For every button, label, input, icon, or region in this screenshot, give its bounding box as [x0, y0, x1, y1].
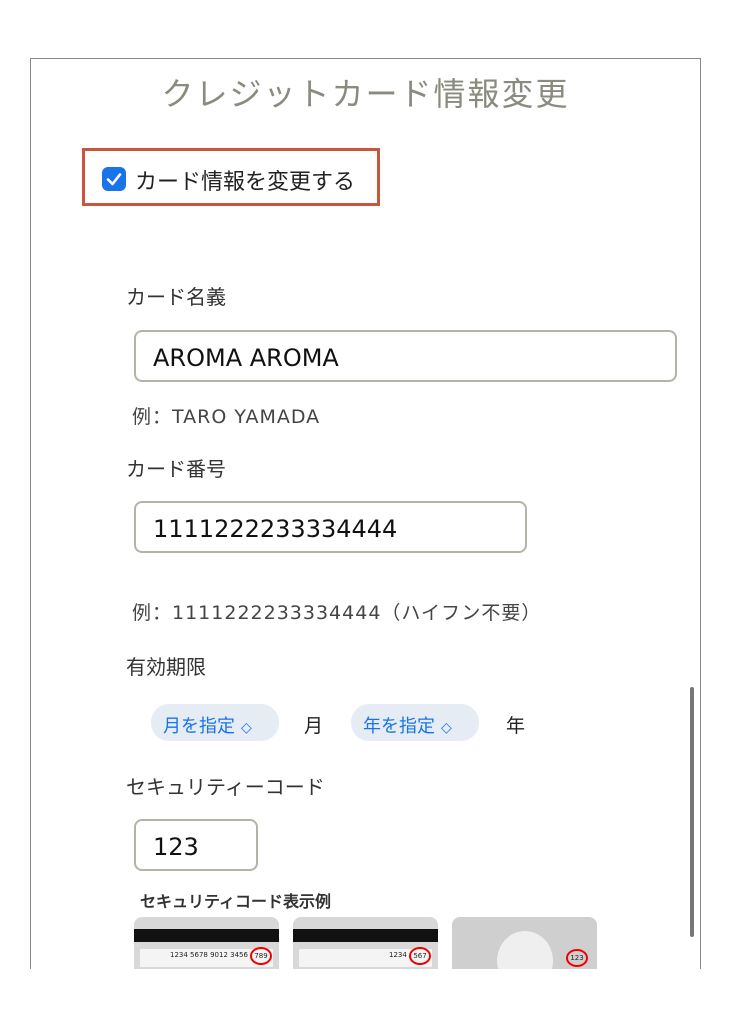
- credit-card-form-panel: クレジットカード情報変更 カード情報を変更する カード名義 AROMA AROM…: [30, 58, 701, 969]
- card-number-label: カード番号: [126, 457, 226, 481]
- page-title: クレジットカード情報変更: [161, 75, 570, 113]
- security-code-label: セキュリティーコード: [126, 775, 325, 799]
- magnetic-stripe: [293, 929, 438, 942]
- sample-security-code: 789: [250, 947, 272, 965]
- card-number-hint: 例：1111222233334444（ハイフン不要）: [132, 602, 542, 624]
- change-card-checkbox-label[interactable]: カード情報を変更する: [135, 164, 355, 196]
- expiry-label: 有効期限: [126, 655, 206, 679]
- expiry-month-select-value: 月を指定: [163, 716, 235, 737]
- expiry-year-select-value: 年を指定: [363, 716, 435, 737]
- expiry-year-unit: 年: [506, 715, 526, 737]
- card-front-emblem: [497, 931, 553, 969]
- sample-card-numbers: 1234: [389, 951, 407, 959]
- select-chevron-icon: ◇: [441, 720, 452, 736]
- vertical-scrollbar[interactable]: [690, 687, 694, 937]
- security-code-sample-title: セキュリティコード表示例: [140, 892, 332, 911]
- security-code-sample-card-2: 1234 567: [293, 917, 438, 969]
- security-code-sample-card-1: 1234 5678 9012 3456 789: [134, 917, 279, 969]
- magnetic-stripe: [134, 929, 279, 942]
- change-card-checkbox-row[interactable]: カード情報を変更する: [82, 148, 380, 206]
- sample-security-code: 567: [409, 947, 431, 965]
- security-code-input[interactable]: 123: [134, 819, 258, 871]
- expiry-month-select[interactable]: 月を指定 ◇: [151, 704, 279, 741]
- checkbox-checked-icon[interactable]: [102, 167, 126, 191]
- expiry-year-select[interactable]: 年を指定 ◇: [351, 704, 479, 741]
- security-code-sample-card-3: 123: [452, 917, 597, 969]
- card-name-input[interactable]: AROMA AROMA: [134, 330, 677, 382]
- card-name-hint: 例：TARO YAMADA: [132, 406, 321, 428]
- sample-security-code: 123: [566, 949, 588, 967]
- card-name-label: カード名義: [126, 285, 226, 309]
- sample-card-numbers: 1234 5678 9012 3456: [170, 951, 248, 959]
- select-chevron-icon: ◇: [241, 720, 252, 736]
- card-number-input[interactable]: 1111222233334444: [134, 501, 527, 553]
- expiry-month-unit: 月: [304, 715, 324, 737]
